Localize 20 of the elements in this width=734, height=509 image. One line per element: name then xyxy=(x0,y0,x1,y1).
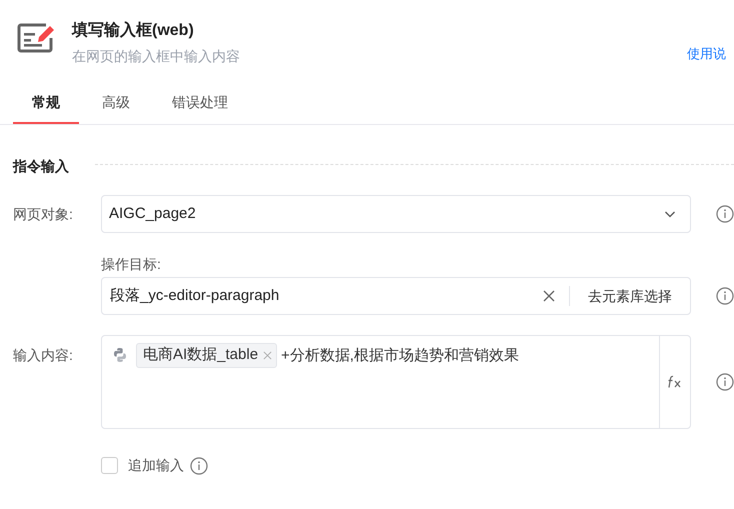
field-label: 输入内容: xyxy=(13,346,74,365)
field-label: 操作目标: xyxy=(100,255,161,273)
append-checkbox[interactable] xyxy=(101,457,118,474)
target-field[interactable]: 段落_yc-editor-paragraph xyxy=(102,284,543,308)
checkbox-label: 追加输入 xyxy=(128,456,184,475)
section-title: 指令输入 xyxy=(13,157,69,176)
tab[interactable]: 高级 xyxy=(83,86,149,124)
panel-title: 填写输入框(web) xyxy=(72,20,195,41)
info-icon[interactable] xyxy=(716,205,734,223)
help-link[interactable]: 使用说 xyxy=(687,44,726,86)
clear-icon[interactable] xyxy=(543,290,555,302)
tab[interactable]: 常规 xyxy=(13,86,79,124)
element-library-button[interactable]: 去元素库选择 xyxy=(570,286,690,306)
info-icon[interactable] xyxy=(716,287,734,305)
web-object-dropdown[interactable]: AIGC_page2 xyxy=(101,195,691,233)
field-label: 网页对象: xyxy=(13,204,74,224)
tab[interactable]: 错误处理 xyxy=(153,86,247,124)
info-icon[interactable] xyxy=(190,456,208,474)
panel-subtitle: 在网页的输入框中输入内容 xyxy=(72,47,240,66)
info-icon[interactable] xyxy=(716,373,734,391)
